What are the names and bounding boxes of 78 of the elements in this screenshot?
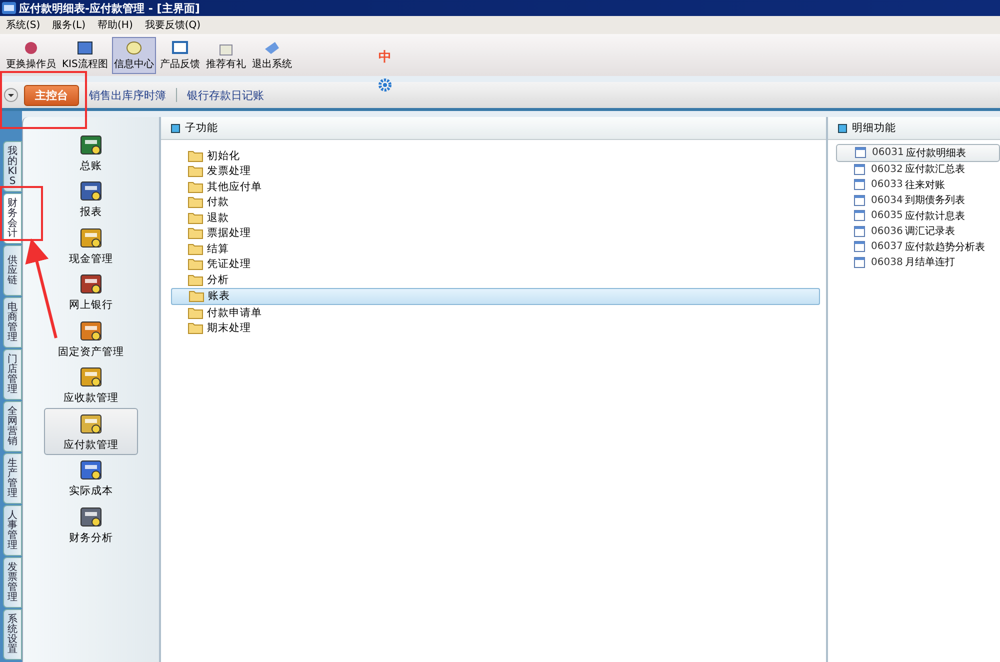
menu-item[interactable]: 服务(L) bbox=[52, 18, 86, 32]
module-button[interactable]: 应收款管理 bbox=[44, 362, 138, 408]
report-icon bbox=[855, 147, 866, 158]
report-icon bbox=[854, 179, 865, 190]
report-icon bbox=[854, 256, 865, 268]
folder-icon bbox=[188, 196, 203, 208]
detail-item[interactable]: 06032 应付款汇总表 bbox=[836, 162, 1000, 177]
function-item[interactable]: 初始化 bbox=[171, 148, 820, 164]
function-item[interactable]: 凭证处理 bbox=[171, 256, 820, 272]
side-tab[interactable]: 供应链 bbox=[3, 245, 22, 296]
side-tab[interactable]: 发票管理 bbox=[3, 557, 22, 608]
detail-item[interactable]: 06037 应付款趋势分析表 bbox=[836, 239, 1000, 254]
toolbar-button[interactable]: 产品反馈 bbox=[158, 36, 202, 74]
module-button[interactable]: 应付款管理 bbox=[44, 408, 138, 454]
panel-title: 明细功能 bbox=[852, 121, 896, 135]
function-item[interactable]: 其他应付单 bbox=[171, 179, 820, 194]
report-icon bbox=[854, 164, 865, 175]
module-button[interactable]: 网上银行 bbox=[44, 268, 138, 315]
function-item[interactable]: 结算 bbox=[171, 241, 820, 256]
module-button[interactable]: 实际成本 bbox=[44, 454, 138, 501]
function-item[interactable]: 付款 bbox=[171, 194, 820, 210]
side-tab[interactable]: 财务会计 bbox=[3, 193, 22, 244]
menu-item[interactable]: 帮助(H) bbox=[98, 18, 133, 32]
side-tab[interactable]: 门店管理 bbox=[3, 349, 22, 400]
side-tab[interactable]: 全网营销 bbox=[3, 401, 22, 452]
module-button[interactable]: 固定资产管理 bbox=[44, 315, 138, 362]
module-button[interactable]: 财务分析 bbox=[44, 501, 138, 548]
folder-icon bbox=[188, 180, 203, 193]
detail-item[interactable]: 06034 到期债务列表 bbox=[836, 192, 1000, 208]
app-logo-icon bbox=[2, 2, 16, 14]
function-item[interactable]: 付款申请单 bbox=[171, 305, 820, 320]
function-item[interactable]: 账表 bbox=[171, 288, 820, 305]
side-tab[interactable]: 生产管理 bbox=[3, 453, 22, 504]
detail-item[interactable]: 06038 月结单连打 bbox=[836, 254, 1000, 270]
side-tab[interactable]: 人事管理 bbox=[3, 505, 22, 556]
function-item[interactable]: 退款 bbox=[171, 210, 820, 226]
folder-icon bbox=[188, 150, 203, 162]
module-button[interactable]: 现金管理 bbox=[44, 222, 138, 268]
function-item[interactable]: 票据处理 bbox=[171, 226, 820, 241]
toolbar-button[interactable]: 推荐有礼 bbox=[204, 36, 248, 74]
module-button[interactable]: 报表 bbox=[44, 176, 138, 222]
window-title: 应付款明细表-应付款管理 - [主界面] bbox=[19, 0, 200, 16]
dropdown-icon[interactable] bbox=[4, 88, 18, 102]
folder-icon bbox=[188, 227, 203, 240]
side-tab[interactable]: 我的KIS bbox=[3, 141, 22, 192]
toolbar-button[interactable]: KIS流程图 bbox=[60, 36, 110, 74]
folder-icon bbox=[189, 290, 204, 302]
report-icon bbox=[854, 194, 865, 206]
tab[interactable]: 销售出库序时簿 bbox=[85, 86, 170, 104]
detail-item[interactable]: 06035 应付款计息表 bbox=[836, 208, 1000, 224]
folder-icon bbox=[188, 242, 203, 255]
folder-icon bbox=[188, 212, 203, 224]
menu-item[interactable]: 我要反馈(Q) bbox=[144, 18, 201, 32]
tab[interactable]: 银行存款日记账 bbox=[183, 86, 268, 104]
folder-icon bbox=[188, 165, 203, 178]
side-tab[interactable]: 电商管理 bbox=[3, 297, 22, 348]
toolbar-button[interactable]: 更换操作员 bbox=[4, 36, 58, 74]
menu-item[interactable]: 系统(S) bbox=[6, 18, 40, 32]
panel-icon bbox=[171, 124, 180, 132]
toolbar-button[interactable]: 信息中心 bbox=[112, 36, 156, 74]
panel-icon bbox=[838, 124, 847, 132]
folder-icon bbox=[188, 258, 203, 270]
side-tab[interactable]: 系统设置 bbox=[3, 609, 22, 660]
toolbar-button[interactable]: 退出系统 bbox=[250, 36, 294, 74]
panel-title: 子功能 bbox=[185, 121, 218, 135]
report-icon bbox=[854, 241, 865, 252]
report-icon bbox=[854, 210, 865, 222]
function-item[interactable]: 发票处理 bbox=[171, 164, 820, 179]
detail-item[interactable]: 06036 调汇记录表 bbox=[836, 224, 1000, 239]
annotation-box bbox=[0, 186, 43, 241]
folder-icon bbox=[188, 322, 203, 334]
function-item[interactable]: 期末处理 bbox=[171, 320, 820, 336]
detail-item[interactable]: 06033 往来对账 bbox=[836, 177, 1000, 192]
settings-icon[interactable] bbox=[378, 78, 392, 92]
function-item[interactable]: 分析 bbox=[171, 272, 820, 288]
report-icon bbox=[854, 226, 865, 237]
module-button[interactable]: 总账 bbox=[44, 129, 138, 176]
detail-item[interactable]: 06031 应付款明细表 bbox=[836, 144, 1000, 162]
